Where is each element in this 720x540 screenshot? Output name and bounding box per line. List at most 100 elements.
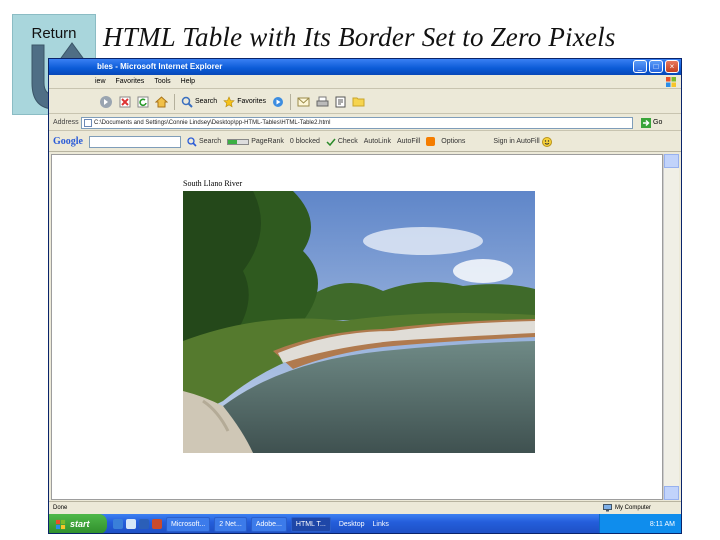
refresh-icon [137, 96, 149, 107]
taskbar: start Microsoft... 2 Net... Adobe... HTM… [49, 514, 681, 533]
home-icon [155, 95, 168, 107]
scroll-down-button[interactable] [664, 486, 679, 500]
pagerank-indicator[interactable]: PageRank [227, 138, 284, 145]
search-button[interactable]: Search [181, 96, 217, 108]
window-title: bles - Microsoft Internet Explorer [97, 62, 223, 71]
google-search-label: Search [199, 138, 222, 145]
vertical-scrollbar[interactable] [663, 154, 679, 500]
blogger-button[interactable] [426, 137, 436, 146]
address-value: C:\Documents and Settings\Connie Lindsey… [94, 119, 331, 126]
start-button[interactable]: start [49, 514, 107, 533]
address-input[interactable]: C:\Documents and Settings\Connie Lindsey… [81, 116, 633, 129]
standard-toolbar: Search Favorites [49, 90, 681, 114]
system-tray: 8:11 AM [599, 514, 681, 533]
forward-button[interactable] [99, 95, 113, 109]
minimize-button[interactable]: _ [633, 60, 647, 73]
clock[interactable]: 8:11 AM [650, 521, 675, 528]
toolbar-separator [174, 93, 175, 110]
task-item-html[interactable]: HTML T... [290, 516, 331, 532]
google-search-input[interactable] [89, 135, 181, 148]
google-search-button[interactable]: Search [187, 136, 222, 147]
search-button-label: Search [195, 98, 218, 105]
slide-title: HTML Table with Its Border Set to Zero P… [103, 22, 616, 52]
windows-flag-icon [55, 519, 66, 529]
autofill-button[interactable]: AutoFill [397, 138, 420, 145]
print-button[interactable] [316, 96, 329, 108]
messenger-button[interactable] [352, 96, 365, 107]
signin-label: Sign in AutoFill [493, 138, 540, 145]
media-button[interactable] [272, 96, 284, 108]
browser-window: bles - Microsoft Internet Explorer _ □ ×… [48, 58, 682, 534]
spell-check-button[interactable]: Check [326, 137, 358, 147]
window-controls: _ □ × [633, 60, 679, 74]
page-content: South Llano River [51, 154, 663, 500]
options-button[interactable]: Options [441, 138, 465, 145]
stop-button[interactable] [119, 96, 131, 108]
autofill-label: AutoFill [396, 138, 421, 145]
check-icon [326, 138, 336, 146]
task-item-net[interactable]: 2 Net... [214, 516, 247, 532]
go-button[interactable]: Go [641, 117, 663, 128]
favorites-button[interactable]: Favorites [223, 95, 266, 108]
menu-view[interactable]: iew [95, 75, 106, 88]
popup-blocked-label: 0 blocked [289, 138, 320, 145]
menu-favorites[interactable]: Favorites [116, 75, 145, 88]
go-arrow-icon [641, 117, 651, 128]
status-text: Done [53, 505, 68, 511]
search-icon [181, 96, 193, 108]
security-zone: My Computer [602, 502, 651, 514]
forward-arrow-icon [100, 95, 112, 108]
document-icon [335, 96, 346, 107]
start-label: start [70, 519, 90, 529]
return-label: Return [31, 25, 77, 42]
media-icon [272, 96, 283, 107]
ie-quicklaunch-icon[interactable] [113, 519, 123, 529]
favorites-button-label: Favorites [237, 98, 266, 105]
popup-blocker-button[interactable]: 0 blocked [290, 138, 320, 145]
menu-tools[interactable]: Tools [154, 75, 170, 88]
check-label: Check [337, 138, 358, 145]
maximize-button[interactable]: □ [649, 60, 663, 73]
home-button[interactable] [155, 95, 168, 108]
desktop-quicklaunch-icon[interactable] [126, 519, 136, 529]
refresh-button[interactable] [137, 96, 149, 108]
menu-help[interactable]: Help [181, 75, 195, 88]
google-search-icon [187, 136, 197, 147]
status-bar: Done My Computer [49, 501, 681, 513]
scroll-up-button[interactable] [664, 154, 679, 168]
blogger-icon [426, 137, 436, 146]
desktop-toolbar[interactable]: Desktop [339, 521, 365, 528]
computer-icon [602, 504, 612, 512]
task-label-html: HTML T... [295, 520, 326, 528]
autolink-button[interactable]: AutoLink [364, 138, 391, 145]
edit-button[interactable] [335, 96, 346, 108]
options-label: Options [441, 138, 466, 145]
folder-icon [352, 97, 365, 107]
powerpoint-quicklaunch-icon[interactable] [152, 519, 162, 529]
stop-icon [119, 96, 131, 107]
autolink-label: AutoLink [363, 138, 391, 145]
task-label-net: 2 Net... [219, 520, 242, 528]
task-item-adobe[interactable]: Adobe... [250, 516, 287, 532]
windows-logo-icon [666, 77, 676, 87]
google-logo-text: Google [53, 136, 83, 147]
go-label: Go [653, 119, 663, 126]
word-quicklaunch-icon[interactable] [139, 519, 149, 529]
pagerank-label: PageRank [251, 138, 284, 145]
page-icon [84, 118, 92, 127]
photo-caption: South Llano River [183, 179, 243, 188]
printer-icon [316, 96, 329, 106]
close-button[interactable]: × [665, 60, 679, 73]
smiley-icon [541, 136, 552, 147]
quick-launch [113, 519, 162, 529]
task-item-microsoft[interactable]: Microsoft... [166, 516, 211, 532]
links-toolbar[interactable]: Links [373, 521, 389, 528]
zone-label: My Computer [614, 505, 651, 511]
menu-bar: iew Favorites Tools Help [49, 75, 681, 89]
signin-button[interactable]: Sign in AutoFill [493, 136, 552, 147]
google-logo: Google [53, 136, 83, 147]
toolbar-separator [289, 93, 291, 110]
mail-button[interactable] [297, 96, 310, 108]
pagerank-bar [227, 138, 250, 145]
address-bar: Address C:\Documents and Settings\Connie… [49, 115, 681, 131]
